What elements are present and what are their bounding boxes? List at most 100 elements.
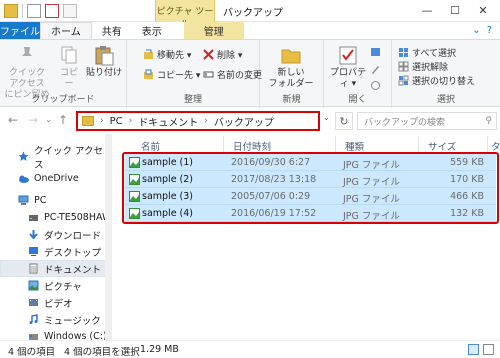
copy-button[interactable]: コピー <box>56 44 82 90</box>
large-icons-view-icon[interactable] <box>483 344 494 355</box>
up-arrow-icon[interactable]: ↑ <box>58 113 68 127</box>
details-view-icon[interactable] <box>468 344 479 355</box>
properties-button[interactable]: プロパティ ▾ <box>328 44 368 90</box>
sidebar-item-videos[interactable]: ビデオ <box>0 294 111 311</box>
address-dropdown-icon[interactable]: ⌄ <box>323 113 335 129</box>
file-size: 559 KB <box>450 157 484 168</box>
sidebar-item-network-drive[interactable]: PC-TE508HAW <box>0 209 111 226</box>
new-folder-button[interactable]: 新しい フォルダー <box>268 44 314 90</box>
column-header-size[interactable]: サイズ <box>428 139 456 153</box>
search-placeholder: バックアップの検索 <box>364 117 446 128</box>
status-bar: 4 個の項目 4 個の項目を選択 1.29 MB <box>0 340 500 358</box>
divider <box>335 136 336 152</box>
sidebar-item-windows-c[interactable]: Windows (C:) <box>0 328 111 340</box>
file-size: 170 KB <box>450 174 484 185</box>
chevron-right-icon[interactable]: › <box>129 116 133 126</box>
paste-button[interactable]: 貼り付け <box>86 44 122 79</box>
pc-icon <box>18 195 29 205</box>
copy-to-icon <box>144 69 153 79</box>
breadcrumb-backup[interactable]: バックアップ <box>214 114 274 129</box>
delete-icon <box>203 49 214 60</box>
cloud-icon <box>19 175 29 183</box>
chevron-down-icon[interactable]: ⌄ <box>472 25 480 36</box>
file-row[interactable]: sample (4) 2016/06/19 17:52 JPG ファイル 132… <box>125 205 496 222</box>
column-header-type[interactable]: 種類 <box>345 139 364 153</box>
forward-arrow-icon[interactable]: → <box>28 113 38 127</box>
history-icon-button[interactable] <box>370 80 381 91</box>
new-group-label: 新規 <box>282 95 301 105</box>
invert-selection-button[interactable]: 選択の切り替え <box>398 74 475 87</box>
breadcrumb-documents[interactable]: ドキュメント <box>138 114 198 129</box>
chevron-right-icon[interactable]: › <box>100 116 104 126</box>
refresh-icon[interactable]: ↻ <box>335 112 353 130</box>
open-group-label: 開く <box>348 95 367 105</box>
chevron-right-icon[interactable]: › <box>204 116 208 126</box>
select-none-button[interactable]: 選択解除 <box>398 60 448 73</box>
minimize-button[interactable]: — <box>414 2 440 18</box>
help-icon[interactable]: ? <box>487 25 492 36</box>
properties-quick-icon[interactable] <box>27 4 41 18</box>
paste-icon <box>95 46 114 66</box>
file-name: sample (4) <box>142 208 194 219</box>
new-folder-quick-icon[interactable] <box>45 4 59 18</box>
rename-button[interactable]: 名前の変更 <box>203 68 262 81</box>
sidebar-item-pictures[interactable]: ピクチャ <box>0 277 111 294</box>
pin-icon <box>22 47 32 63</box>
edit-icon-button[interactable] <box>370 64 381 75</box>
tab-manage[interactable]: 管理 <box>183 22 244 39</box>
delete-button[interactable]: 削除 ▾ <box>203 48 242 61</box>
breadcrumb-pc[interactable]: PC <box>110 116 123 127</box>
file-row[interactable]: sample (3) 2005/07/06 0:29 JPG ファイル 466 … <box>125 188 496 205</box>
dropdown-quick-icon[interactable] <box>63 4 77 18</box>
invert-selection-icon <box>398 75 409 86</box>
copy-to-button[interactable]: コピー先 ▾ <box>143 68 200 81</box>
sidebar-item-pc[interactable]: PC <box>0 192 111 209</box>
back-arrow-icon[interactable]: ← <box>8 113 18 127</box>
file-type: JPG ファイル <box>343 211 400 222</box>
sidebar-scrollbar[interactable] <box>105 134 111 340</box>
address-bar[interactable]: › PC › ドキュメント › バックアップ <box>76 111 320 131</box>
column-header-name[interactable]: 名前 <box>141 139 160 153</box>
title-bar: ピクチャ ツール バックアップ — ☐ ✕ <box>0 0 500 30</box>
select-all-button[interactable]: すべて選択 <box>398 46 456 59</box>
file-type: JPG ファイル <box>343 177 400 188</box>
sidebar-item-documents[interactable]: ドキュメント <box>0 260 111 277</box>
sidebar-item-downloads[interactable]: ダウンロード <box>0 226 111 243</box>
star-icon <box>18 151 29 161</box>
tab-view[interactable]: 表示 <box>132 22 172 39</box>
select-group-label: 選択 <box>436 95 455 105</box>
jpg-file-icon <box>129 157 140 168</box>
jpg-file-icon <box>129 208 140 219</box>
organize-group: 移動先 ▾ コピー先 ▾ 削除 ▾ 名前の変更 整理 <box>127 40 262 108</box>
column-header-date[interactable]: 日付時刻 <box>233 139 271 153</box>
navigation-pane: クイック アクセス OneDrive PC PC-TE508HAW ダウンロード… <box>0 134 112 340</box>
open-icon <box>371 48 380 56</box>
jpg-file-icon <box>129 191 140 202</box>
new-group: 新しい フォルダー 新規 <box>260 40 324 108</box>
divider <box>223 136 224 152</box>
move-to-button[interactable]: 移動先 ▾ <box>143 48 191 61</box>
picture-tools-context: ピクチャ ツール <box>155 0 215 30</box>
divider <box>418 136 419 152</box>
file-row[interactable]: sample (2) 2017/08/23 13:18 JPG ファイル 170… <box>125 171 496 188</box>
tab-file[interactable]: ファイル <box>0 22 40 39</box>
maximize-button[interactable]: ☐ <box>442 2 468 18</box>
close-button[interactable]: ✕ <box>470 2 496 18</box>
drive-icon <box>29 215 38 221</box>
folder-icon <box>4 4 18 18</box>
history-icon <box>371 81 380 90</box>
file-row[interactable]: sample (1) 2016/09/30 6:27 JPG ファイル 559 … <box>125 154 496 171</box>
sidebar-item-quick-access[interactable]: クイック アクセス <box>0 146 111 171</box>
tab-home[interactable]: ホーム <box>40 22 92 39</box>
sidebar-item-desktop[interactable]: デスクトップ <box>0 243 111 260</box>
search-input[interactable]: バックアップの検索 ⚲ <box>357 112 497 130</box>
tab-share[interactable]: 共有 <box>92 22 132 39</box>
sidebar-item-onedrive[interactable]: OneDrive <box>0 170 111 187</box>
file-date: 2016/06/19 17:52 <box>231 208 317 219</box>
open-icon-button[interactable] <box>370 46 381 57</box>
recent-dropdown-icon[interactable]: ⌄ <box>45 115 53 125</box>
move-to-icon <box>144 49 153 59</box>
file-name: sample (3) <box>142 191 194 202</box>
search-icon: ⚲ <box>485 116 492 126</box>
sidebar-item-music[interactable]: ミュージック <box>0 311 111 328</box>
